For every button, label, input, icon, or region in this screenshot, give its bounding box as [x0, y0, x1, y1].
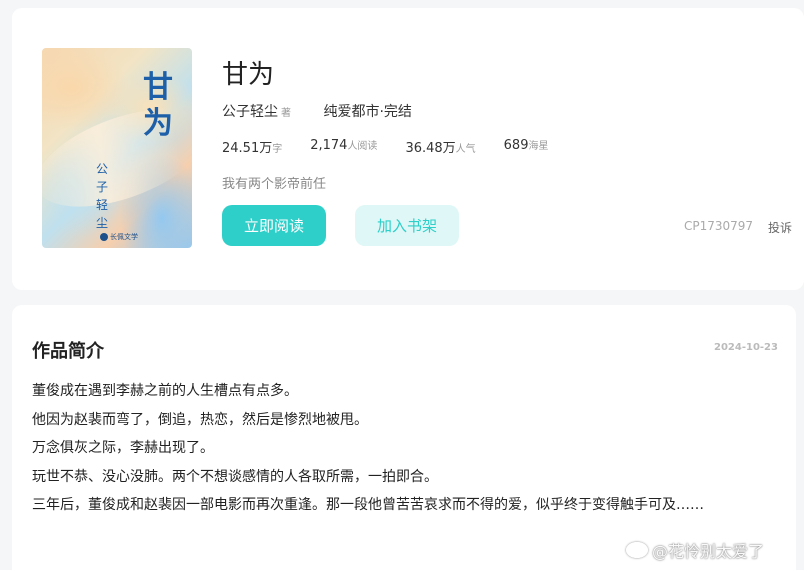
synopsis-paragraph: 他因为赵裴而弯了，倒追，热恋，然后是惨烈地被甩。 [32, 411, 368, 428]
stat-unit: 人气 [455, 144, 476, 155]
cover-author: 公子轻尘 [95, 162, 108, 230]
synopsis-body: 董俊成在遇到李赫之前的人生槽点有点多。 他因为赵裴而弯了，倒追，热恋，然后是惨烈… [32, 377, 762, 520]
stat-value: 689 [503, 138, 529, 153]
stat-word-count: 24.51万字 [222, 137, 282, 156]
cover-publisher-logo: 长佩文学 [100, 232, 138, 242]
synopsis-heading: 作品简介 [32, 341, 104, 362]
weibo-icon [626, 542, 648, 558]
synopsis-paragraph: 万念俱灰之际，李赫出现了。 [32, 440, 214, 456]
weibo-watermark: @花怜别太爱了 [626, 538, 764, 562]
book-stats: 24.51万字 2,174人阅读 36.48万人气 689海星 [222, 137, 576, 156]
stat-unit: 字 [272, 144, 283, 155]
synopsis-paragraph: 三年后，董俊成和赵裴因一部电影而再次重逢。那一段他曾苦苦哀求而不得的爱，似乎终于… [32, 497, 704, 513]
author-link[interactable]: 公子轻尘 [222, 104, 278, 120]
cover-publisher: 长佩文学 [110, 233, 138, 241]
book-info-card: 甘为 公子轻尘 长佩文学 甘为 公子轻尘著 纯爱都市·完结 24.51万字 2,… [12, 8, 804, 290]
category-label[interactable]: 纯爱都市·完结 [323, 104, 411, 120]
author-suffix: 著 [281, 108, 291, 119]
synopsis-date: 2024-10-23 [714, 342, 778, 353]
book-tagline: 我有两个影帝前任 [222, 177, 327, 192]
synopsis-paragraph: 玩世不恭、没心没肺。两个不想谈感情的人各取所需，一拍即合。 [32, 468, 438, 485]
book-cover[interactable]: 甘为 公子轻尘 长佩文学 [42, 48, 192, 248]
stat-unit: 海星 [528, 141, 549, 152]
read-now-button[interactable]: 立即阅读 [222, 205, 326, 246]
publisher-logo-icon [100, 233, 108, 241]
stat-value: 24.51万 [222, 141, 273, 156]
report-link[interactable]: 投诉 [768, 219, 792, 236]
stat-value: 2,174 [310, 138, 348, 153]
add-to-shelf-button[interactable]: 加入书架 [355, 205, 459, 246]
stat-popularity: 36.48万人气 [405, 137, 475, 156]
cp-code: CP1730797 [684, 219, 754, 233]
stat-readers: 2,174人阅读 [310, 137, 377, 156]
book-title: 甘为 [222, 60, 275, 90]
watermark-text: @花怜别太爱了 [652, 542, 765, 561]
book-meta: 公子轻尘著 纯爱都市·完结 [222, 101, 412, 121]
synopsis-paragraph: 董俊成在遇到李赫之前的人生槽点有点多。 [32, 383, 298, 399]
synopsis-card: 作品简介 2024-10-23 董俊成在遇到李赫之前的人生槽点有点多。 他因为赵… [12, 305, 796, 570]
stat-unit: 人阅读 [347, 141, 378, 152]
stat-value: 36.48万 [405, 141, 456, 156]
cover-title: 甘为 [143, 70, 173, 141]
stat-starfish: 689海星 [504, 137, 549, 156]
